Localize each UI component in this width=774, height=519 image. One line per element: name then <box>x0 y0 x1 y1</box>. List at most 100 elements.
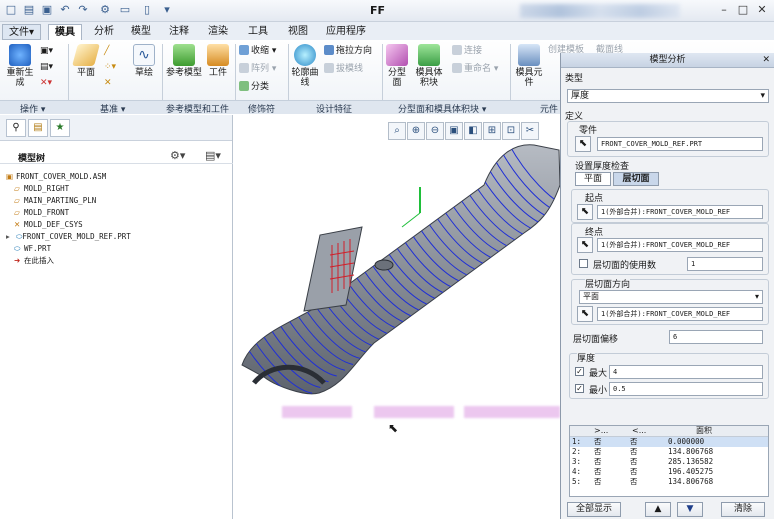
close-window-icon[interactable]: ▯ <box>140 3 154 17</box>
reference-model-button[interactable]: 参考模型 <box>166 44 202 78</box>
tree-item-mold-def-csys[interactable]: ✕ MOLD_DEF_CSYS <box>14 219 83 230</box>
graphics-window[interactable]: ⌕ ⊕ ⊖ ▣ ◧ ⊞ ⊡ ✂ ⬉ <box>234 115 560 519</box>
tree-item-ref-part[interactable]: ▸ ⬭FRONT_COVER_MOLD_REF.PRT <box>6 231 131 242</box>
slice-count-checkbox[interactable] <box>579 259 588 268</box>
close-button[interactable]: ✕ <box>754 2 770 18</box>
tab-annotate[interactable]: 注释 <box>163 24 195 40</box>
connect-button[interactable]: 连接 <box>452 45 482 57</box>
clear-button[interactable]: 清除 <box>721 502 765 517</box>
tree-item-main-parting-pln[interactable]: ▱ MAIN_PARTING_PLN <box>14 195 96 206</box>
dialog-close-icon[interactable]: ✕ <box>762 53 770 68</box>
direction-select-arrow-icon[interactable]: ⬉ <box>577 306 593 322</box>
delete-icon[interactable]: ✕▾ <box>40 78 52 89</box>
tab-view[interactable]: 视图 <box>282 24 314 40</box>
boss-hole <box>374 259 394 271</box>
draw-direction-button[interactable]: 拖拉方向 <box>324 45 372 57</box>
csys-icon[interactable]: ✕ <box>104 78 112 89</box>
regenerate-quick-icon[interactable]: ⚙ <box>98 3 112 17</box>
slice-count-label: 层切面的使用数 <box>593 261 657 271</box>
favorites-tab-icon[interactable]: ★ <box>50 119 70 137</box>
plane-mode-button[interactable]: 平面 <box>575 172 611 186</box>
end-field[interactable]: 1(外部合并):FRONT_COVER_MOLD_REF <box>597 238 763 252</box>
start-field[interactable]: 1(外部合并):FRONT_COVER_MOLD_REF <box>597 205 763 219</box>
contour-curve-button[interactable]: 轮廓曲线 <box>290 44 320 88</box>
column-header-area[interactable]: 面积 <box>696 426 712 436</box>
column-header-over[interactable]: >... <box>594 426 608 436</box>
tab-render[interactable]: 渲染 <box>202 24 234 40</box>
model-tree-tab-icon[interactable]: ⚲ <box>6 119 26 137</box>
tree-item-wf-part[interactable]: ⬭ WF.PRT <box>14 243 51 254</box>
table-row[interactable]: 5: 否否 134.806768 <box>570 477 768 487</box>
min-checkbox[interactable]: ✓ <box>575 384 584 393</box>
tree-item-mold-right[interactable]: ▱ MOLD_RIGHT <box>14 183 69 194</box>
thickness-label: 厚度 <box>577 351 596 364</box>
table-row[interactable]: 1: 否否 0.000000 <box>570 437 768 447</box>
down-arrow-button[interactable]: ▼ <box>677 502 703 517</box>
column-header-under[interactable]: <... <box>632 426 646 436</box>
regenerate-button[interactable]: 重新生成 <box>4 44 36 88</box>
workpiece-button[interactable]: 工件 <box>204 44 232 78</box>
new-file-icon[interactable]: □ <box>4 3 18 17</box>
mold-volume-button[interactable]: 模具体积块 <box>412 44 446 88</box>
group-reference-model: 参考模型和工件 <box>166 105 230 115</box>
settings-icon[interactable]: ⚙▾ <box>170 149 185 162</box>
draft-check-button[interactable]: 拔模线 <box>324 63 363 75</box>
direction-field[interactable]: 1(外部合并):FRONT_COVER_MOLD_REF <box>597 307 763 321</box>
customize-quick-access-icon[interactable]: ▾ <box>160 3 174 17</box>
window-icon[interactable]: ▭ <box>118 3 132 17</box>
paste-icon[interactable]: ▤▾ <box>40 62 53 73</box>
offset-field[interactable]: 6 <box>669 330 763 344</box>
tab-mold[interactable]: 模具 <box>48 24 82 40</box>
undo-icon[interactable]: ↶ <box>58 3 72 17</box>
part-field[interactable]: FRONT_COVER_MOLD_REF.PRT <box>597 137 763 151</box>
slice-direction-select[interactable]: 平面 ▾ <box>579 290 763 304</box>
table-row[interactable]: 3: 否否 285.136582 <box>570 457 768 467</box>
slice-count-field[interactable]: 1 <box>687 257 763 271</box>
tab-file[interactable]: 文件▾ <box>2 24 42 40</box>
show-all-button[interactable]: 全部显示 <box>567 502 621 517</box>
group-datum[interactable]: 基准 ▾ <box>100 102 125 115</box>
mold-component-button[interactable]: 模具元件 <box>512 44 546 88</box>
tab-analysis[interactable]: 分析 <box>88 24 120 40</box>
open-folder-icon[interactable]: ▤ <box>22 3 36 17</box>
rename-button[interactable]: 重命名 ▾ <box>452 63 498 75</box>
tree-item-insert-here[interactable]: ➜ 在此插入 <box>14 255 54 266</box>
results-table-header: >... <... 面积 <box>570 426 768 437</box>
part-select-arrow-icon[interactable]: ⬉ <box>575 136 591 152</box>
pattern-button[interactable]: 阵列 ▾ <box>239 63 276 75</box>
type-label: 类型 <box>565 74 584 84</box>
chevron-down-icon: ▾ <box>754 292 759 301</box>
show-icon[interactable]: ▤▾ <box>205 149 221 162</box>
folder-browser-tab-icon[interactable]: ▤ <box>28 119 48 137</box>
type-select[interactable]: 厚度 ▾ <box>567 89 769 103</box>
maximize-button[interactable]: □ <box>735 2 751 18</box>
group-parting-volume[interactable]: 分型面和模具体积块 ▾ <box>398 102 486 115</box>
end-select-arrow-icon[interactable]: ⬉ <box>577 237 593 253</box>
table-row[interactable]: 4: 否否 196.405275 <box>570 467 768 477</box>
parting-surface-button[interactable]: 分型面 <box>384 44 410 88</box>
start-select-arrow-icon[interactable]: ⬉ <box>577 204 593 220</box>
save-icon[interactable]: ▣ <box>40 3 54 17</box>
classify-button[interactable]: 分类 <box>239 81 269 93</box>
max-checkbox[interactable]: ✓ <box>575 367 584 376</box>
axis-icon[interactable]: ╱ <box>104 46 109 57</box>
plane-button[interactable]: 平面 <box>72 44 100 78</box>
min-field[interactable]: 0.5 <box>609 382 763 396</box>
redo-icon[interactable]: ↷ <box>76 3 90 17</box>
table-row[interactable]: 2: 否否 134.806768 <box>570 447 768 457</box>
tab-tools[interactable]: 工具 <box>242 24 274 40</box>
expand-arrow-icon: ▸ <box>6 232 10 241</box>
tree-item-asm[interactable]: ▣ FRONT_COVER_MOLD.ASM <box>6 171 106 182</box>
shrink-button[interactable]: 收缩 ▾ <box>239 45 276 57</box>
minimize-button[interactable]: – <box>716 2 732 18</box>
tree-item-mold-front[interactable]: ▱ MOLD_FRONT <box>14 207 69 218</box>
group-operations[interactable]: 操作 ▾ <box>20 102 45 115</box>
tab-model[interactable]: 模型 <box>125 24 157 40</box>
up-arrow-button[interactable]: ▲ <box>645 502 671 517</box>
sketch-button[interactable]: ∿ 草绘 <box>130 44 158 78</box>
slice-mode-button[interactable]: 层切面 <box>613 172 659 186</box>
max-field[interactable]: 4 <box>609 365 763 379</box>
tab-applications[interactable]: 应用程序 <box>320 24 372 40</box>
copy-icon[interactable]: ▣▾ <box>40 46 53 57</box>
point-icon[interactable]: ⁘▾ <box>104 62 116 73</box>
